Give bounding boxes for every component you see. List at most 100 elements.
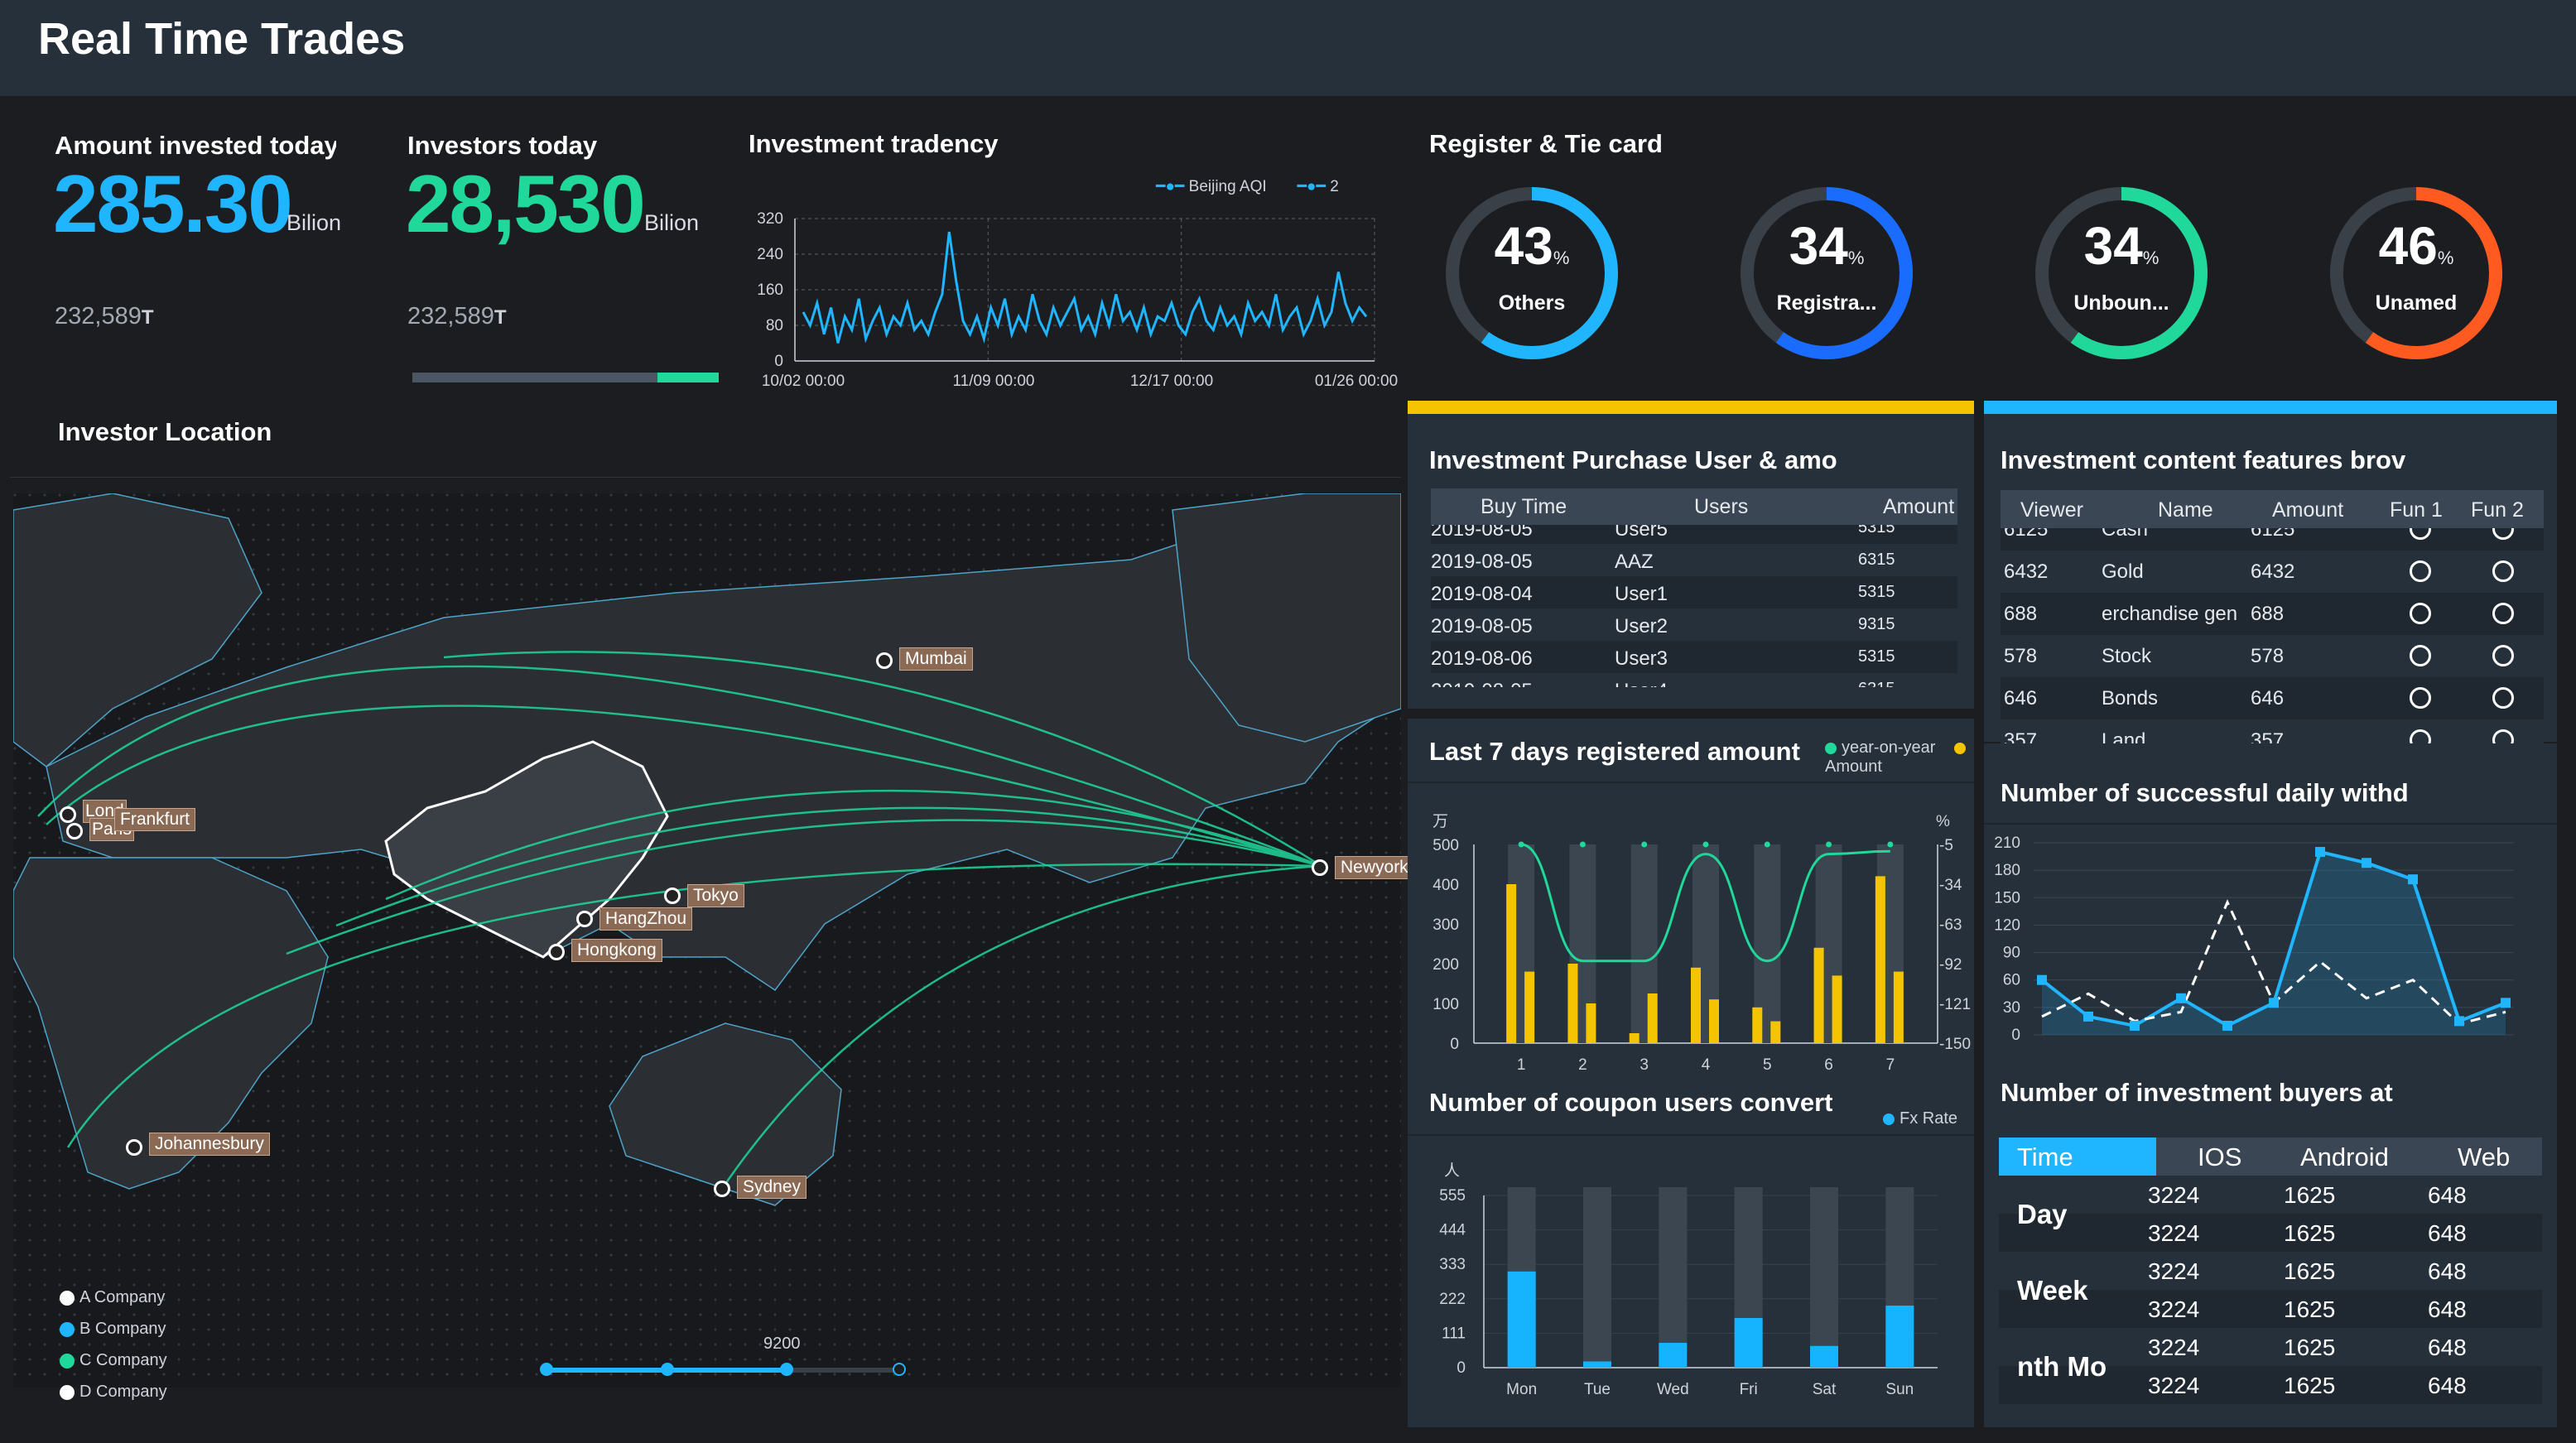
pin-london[interactable]: [60, 806, 76, 823]
buyers-row[interactable]: 3224 1625 648: [1999, 1214, 2542, 1252]
fun2-radio[interactable]: [2492, 687, 2514, 709]
purchase-row[interactable]: 2019-08-06 User3 5315: [1431, 641, 1957, 673]
gauge-4[interactable]: 46% Unamed: [2325, 182, 2507, 364]
features-row[interactable]: 578 Stock 578: [2001, 635, 2544, 677]
registered-right-tick: -150: [1939, 1036, 1971, 1053]
features-row[interactable]: 6432 Gold 6432: [2001, 551, 2544, 593]
pin-paris[interactable]: [66, 823, 83, 839]
fun1-radio[interactable]: [2410, 528, 2431, 540]
registered-bar-amount2: [1893, 971, 1904, 1043]
col-viewer[interactable]: Viewer: [2020, 498, 2083, 522]
legend-a-company[interactable]: A Company: [60, 1282, 167, 1313]
pin-mumbai[interactable]: [876, 652, 893, 669]
slider-handle-current[interactable]: [780, 1363, 793, 1376]
registered-left-tick: 400: [1432, 877, 1459, 894]
purchase-row[interactable]: 2019-08-05 User5 5315: [1431, 525, 1957, 544]
feature-cell-name: Gold: [2102, 560, 2144, 583]
coupon-x-tick: Sat: [1813, 1381, 1837, 1398]
pin-sydney[interactable]: [714, 1181, 730, 1197]
slider-handle-start[interactable]: [540, 1363, 553, 1376]
trend-x-tick: 12/17 00:00: [1130, 373, 1213, 390]
slider-value: 9200: [763, 1335, 801, 1353]
trend-series-line: [802, 231, 1368, 344]
city-label-newyork: Newyork: [1335, 856, 1414, 879]
registered-x-tick: 5: [1763, 1056, 1772, 1074]
buyers-col-ios[interactable]: IOS: [2198, 1142, 2241, 1172]
legend-c-company[interactable]: C Company: [60, 1344, 167, 1376]
withdraw-point: [2408, 874, 2418, 885]
withdraw-y-tick: 120: [1994, 916, 2020, 934]
withdraw-point: [2269, 998, 2279, 1008]
purchase-row[interactable]: 2019-08-05 User4 6315: [1431, 673, 1957, 687]
gauge-2[interactable]: 34% Registra...: [1736, 182, 1918, 364]
withdraw-y-tick: 60: [2003, 972, 2020, 989]
withdraw-point: [2037, 974, 2047, 985]
city-label-frankfurt: Frankfurt: [114, 808, 196, 831]
col-fun1[interactable]: Fun 1: [2390, 498, 2443, 522]
purchase-cell-amount: 5315: [1858, 525, 1895, 536]
buyers-table-body[interactable]: 3224 1625 648 3224 1625 648 3224 1625 648 3224 162…: [1999, 1176, 2542, 1404]
purchase-row[interactable]: 2019-08-04 User1 5315: [1431, 576, 1957, 608]
col-fun2[interactable]: Fun 2: [2471, 498, 2524, 522]
buyers-col-web[interactable]: Web: [2458, 1142, 2510, 1172]
col-name[interactable]: Name: [2158, 498, 2213, 522]
slider-handle-mid[interactable]: [661, 1363, 674, 1376]
buyers-row[interactable]: 3224 1625 648: [1999, 1176, 2542, 1214]
col-amount[interactable]: Amount: [1883, 495, 1954, 519]
col-users[interactable]: Users: [1694, 495, 1748, 519]
fun1-radio[interactable]: [2410, 560, 2431, 582]
gauge-1[interactable]: 43% Others: [1441, 182, 1623, 364]
feature-cell-viewer: 688: [2004, 603, 2038, 625]
purchase-table-body[interactable]: 2019-08-05 User5 5315 2019-08-05 AAZ 6315 2019…: [1431, 525, 1957, 687]
features-row[interactable]: 6125 Cash 6125: [2001, 528, 2544, 551]
col-buy-time[interactable]: Buy Time: [1481, 495, 1567, 519]
features-table-body[interactable]: 6125 Cash 6125 6432 Gold 6432 688 erchandise ge…: [2001, 528, 2544, 748]
withdraw-y-tick: 150: [1994, 889, 2020, 907]
gauge-3[interactable]: 34% Unboun...: [2030, 182, 2212, 364]
col-feature-amount[interactable]: Amount: [2272, 498, 2343, 522]
buyers-cell-ios: 3224: [2148, 1335, 2200, 1360]
registered-bar-amount2: [1709, 999, 1719, 1043]
withdraw-point: [2176, 993, 2186, 1003]
buyers-cell-android: 1625: [2284, 1220, 2336, 1246]
registered-yoy-point: [1641, 841, 1648, 848]
pin-hangzhou[interactable]: [576, 911, 593, 927]
purchase-row[interactable]: 2019-08-05 AAZ 6315: [1431, 544, 1957, 576]
fun2-radio[interactable]: [2492, 645, 2514, 666]
world-map[interactable]: [13, 493, 1401, 1388]
gauge-value: 46%: [2325, 215, 2507, 277]
fun1-radio[interactable]: [2410, 603, 2431, 624]
feature-cell-amount: 688: [2251, 603, 2285, 625]
fun1-radio[interactable]: [2410, 687, 2431, 709]
buyers-col-time[interactable]: Time: [2017, 1142, 2073, 1172]
fun2-radio[interactable]: [2492, 603, 2514, 624]
fun2-radio[interactable]: [2492, 528, 2514, 540]
coupon-bar: [1885, 1306, 1914, 1368]
features-row[interactable]: 646 Bonds 646: [2001, 677, 2544, 719]
features-row[interactable]: 688 erchandise gen 688: [2001, 593, 2544, 635]
registered-bar-amount2: [1647, 993, 1658, 1043]
fun2-radio[interactable]: [2492, 560, 2514, 582]
coupon-y-tick: 555: [1439, 1187, 1466, 1205]
coupon-bar: [1810, 1345, 1838, 1368]
purchase-cell-time: 2019-08-05: [1431, 525, 1533, 541]
pin-newyork[interactable]: [1312, 859, 1328, 876]
withdraw-divider: [1984, 823, 2557, 825]
coupon-y-tick: 0: [1457, 1359, 1466, 1377]
legend-b-company[interactable]: B Company: [60, 1313, 167, 1344]
purchase-row[interactable]: 2019-08-05 User2 9315: [1431, 608, 1957, 641]
pin-tokyo[interactable]: [664, 887, 681, 904]
legend-d-company[interactable]: D Company: [60, 1376, 167, 1407]
withdraw-y-tick: 0: [2011, 1027, 2020, 1044]
slider-handle-end[interactable]: [893, 1363, 906, 1376]
purchase-title: Investment Purchase User & amo: [1429, 445, 1837, 474]
fun1-radio[interactable]: [2410, 645, 2431, 666]
kpi-amount-value: 285.30: [53, 158, 293, 249]
features-panel: Investment content features brov Viewer …: [1984, 414, 2557, 748]
buyers-col-android[interactable]: Android: [2300, 1142, 2389, 1172]
timeline-slider-track[interactable]: [540, 1363, 906, 1376]
registered-x-tick: 6: [1824, 1056, 1833, 1074]
registered-chart: 万 % 500 -5 400 -34 300 -63 200 -92 100 -121 0 -150 1…: [1432, 813, 1971, 1074]
pin-hongkong[interactable]: [548, 944, 565, 960]
pin-johannesbury[interactable]: [126, 1139, 142, 1156]
